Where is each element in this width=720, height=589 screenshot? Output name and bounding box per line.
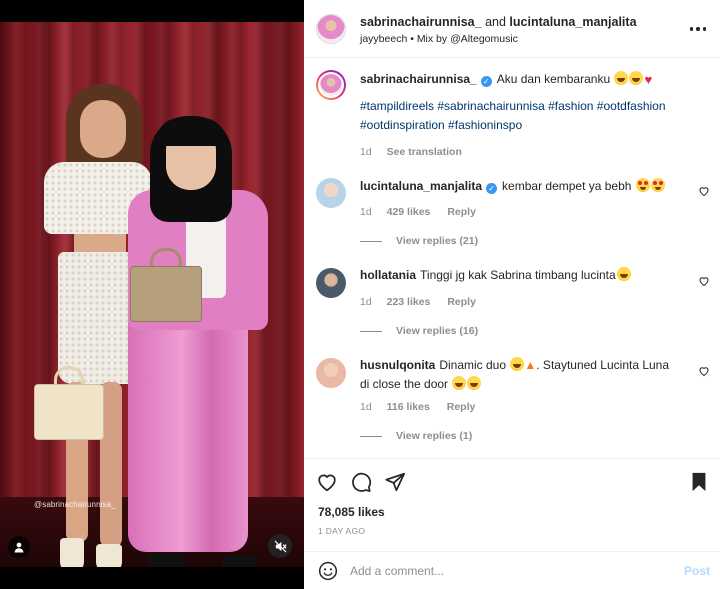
- replies-divider: [360, 330, 382, 332]
- comment-meta: 1d 116 likes Reply: [360, 401, 475, 413]
- bookmark-icon[interactable]: [688, 471, 710, 493]
- reply-button[interactable]: Reply: [447, 401, 476, 413]
- reply-button[interactable]: Reply: [447, 296, 476, 308]
- comment-item: hollatania Tinggi jg kak Sabrina timbang …: [360, 266, 690, 285]
- more-horizontal-icon: [689, 27, 707, 31]
- fire-emoji-icon: ▲: [524, 358, 537, 372]
- smiley-icon[interactable]: [318, 561, 338, 581]
- grinning-emoji-icon: [629, 71, 644, 85]
- caption-hashtags[interactable]: #tampildireels #sabrinachairunnisa #fash…: [360, 97, 670, 135]
- comment-meta: 1d 429 likes Reply: [360, 206, 476, 218]
- reel-video[interactable]: @sabrinachairunnisa_: [0, 22, 304, 567]
- user-tag-button[interactable]: [8, 536, 30, 558]
- caption-time[interactable]: 1d: [360, 146, 372, 158]
- media-panel: @sabrinachairunnisa_: [0, 0, 304, 589]
- cream-handbag: [34, 384, 104, 440]
- laughing-emoji-icon: [510, 357, 525, 371]
- verified-badge-icon: ✓: [480, 76, 492, 87]
- comment-username[interactable]: husnulqonita: [360, 358, 435, 372]
- laughing-emoji-icon: [452, 376, 467, 390]
- comment-likes[interactable]: 223 likes: [387, 296, 431, 308]
- laughing-emoji-icon: [616, 267, 631, 281]
- comments-list: sabrinachairunnisa_ ✓ Aku dan kembaranku ♥…: [304, 58, 720, 458]
- video-watermark: @sabrinachairunnisa_: [34, 500, 116, 509]
- coauthor-username[interactable]: lucintaluna_manjalita: [509, 15, 636, 29]
- audio-track[interactable]: Mix by @Altegomusic: [417, 33, 518, 45]
- speaker-muted-icon: [274, 540, 287, 552]
- author-username[interactable]: sabrinachairunnisa_: [360, 15, 482, 29]
- paper-plane-icon[interactable]: [384, 471, 406, 493]
- comment-time[interactable]: 1d: [360, 296, 372, 308]
- post-details-panel: sabrinachairunnisa_ and lucintaluna_manj…: [304, 0, 720, 589]
- comment-input[interactable]: [350, 561, 670, 581]
- caption: sabrinachairunnisa_ ✓ Aku dan kembaranku ♥…: [360, 70, 690, 135]
- star-struck-emoji-icon: [650, 178, 665, 192]
- caption-author-avatar[interactable]: [316, 70, 346, 100]
- view-replies-label: View replies (1): [396, 430, 473, 442]
- view-replies-button[interactable]: View replies (21): [360, 235, 478, 247]
- audio-separator: •: [410, 33, 414, 45]
- verified-badge-icon: ✓: [486, 183, 498, 194]
- authors-conjunction: and: [485, 15, 506, 29]
- reply-button[interactable]: Reply: [447, 206, 476, 218]
- post-header: sabrinachairunnisa_ and lucintaluna_manj…: [304, 0, 720, 58]
- star-struck-emoji-icon: [635, 178, 650, 192]
- comment-time[interactable]: 1d: [360, 206, 372, 218]
- comment-avatar[interactable]: [316, 268, 346, 298]
- comment-text: kembar dempet ya bebh: [502, 179, 632, 193]
- comment-avatar[interactable]: [316, 178, 346, 208]
- more-options-button[interactable]: [686, 20, 710, 38]
- like-comment-heart-icon[interactable]: [698, 365, 710, 377]
- red-heart-emoji-icon: ♥: [644, 72, 653, 87]
- comment-username[interactable]: lucintaluna_manjalita: [360, 179, 482, 193]
- heart-icon[interactable]: [316, 471, 338, 493]
- mute-toggle-button[interactable]: [268, 534, 292, 558]
- author-avatar[interactable]: [316, 14, 346, 44]
- tongue-out-emoji-icon: [614, 71, 629, 85]
- like-comment-heart-icon[interactable]: [698, 185, 710, 197]
- likes-count[interactable]: 78,085 likes: [318, 505, 385, 519]
- replies-divider: [360, 240, 382, 242]
- laughing-emoji-icon: [467, 376, 482, 390]
- audio-info: jayybeech • Mix by @Altegomusic: [360, 33, 518, 45]
- comment-meta: 1d 223 likes Reply: [360, 296, 476, 308]
- comment-icon[interactable]: [350, 471, 372, 493]
- replies-divider: [360, 435, 382, 437]
- like-comment-heart-icon[interactable]: [698, 275, 710, 287]
- comment-item: husnulqonita Dinamic duo ▲. Staytuned Luc…: [360, 356, 680, 394]
- comment-item: lucintaluna_manjalita ✓ kembar dempet ya b…: [360, 177, 690, 196]
- add-comment-bar: Post: [304, 551, 720, 589]
- comment-avatar[interactable]: [316, 358, 346, 388]
- comment-text: Dinamic duo: [439, 358, 507, 372]
- view-replies-label: View replies (16): [396, 325, 479, 337]
- post-authors: sabrinachairunnisa_ and lucintaluna_manj…: [360, 15, 637, 29]
- view-replies-label: View replies (21): [396, 235, 479, 247]
- view-replies-button[interactable]: View replies (16): [360, 325, 478, 337]
- post-actions: 78,085 likes 1 DAY AGO: [304, 458, 720, 550]
- see-translation-link[interactable]: See translation: [387, 146, 462, 158]
- caption-text: Aku dan kembaranku: [496, 72, 611, 86]
- comment-likes[interactable]: 116 likes: [387, 401, 430, 413]
- comment-time[interactable]: 1d: [360, 401, 372, 413]
- user-tag-icon: [14, 542, 24, 553]
- caption-meta: 1d See translation: [360, 146, 462, 158]
- audio-user[interactable]: jayybeech: [360, 33, 407, 45]
- view-replies-button[interactable]: View replies (1): [360, 430, 472, 442]
- taupe-handbag: [130, 266, 202, 322]
- comment-username[interactable]: hollatania: [360, 268, 416, 282]
- post-date[interactable]: 1 DAY AGO: [318, 526, 365, 536]
- post-comment-button[interactable]: Post: [684, 564, 710, 578]
- comment-text: Tinggi jg kak Sabrina timbang lucinta: [420, 268, 616, 282]
- comment-likes[interactable]: 429 likes: [387, 206, 431, 218]
- instagram-post-modal: @sabrinachairunnisa_ sabrinachairunnisa_…: [0, 0, 720, 589]
- caption-username[interactable]: sabrinachairunnisa_: [360, 72, 477, 86]
